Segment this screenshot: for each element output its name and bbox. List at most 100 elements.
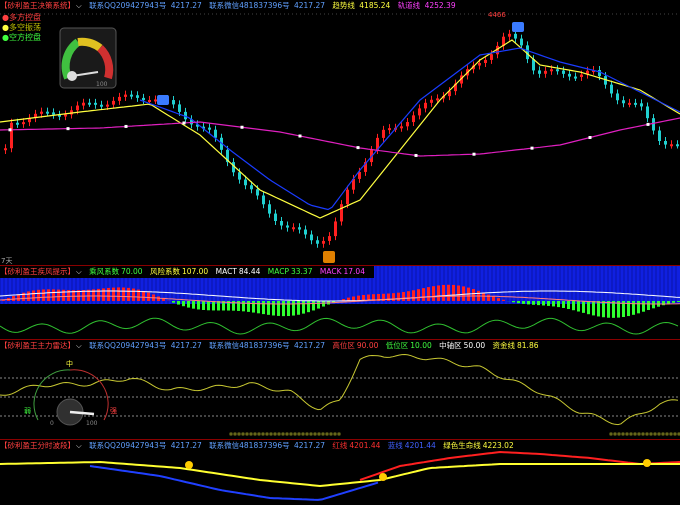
histogram-bar: [177, 301, 180, 305]
candle-body: [520, 38, 523, 46]
candle-body: [268, 204, 271, 214]
histogram-bar: [47, 289, 50, 301]
low-zone-marker: [657, 432, 661, 436]
low-zone-marker: [297, 432, 301, 436]
radar-panel-title[interactable]: 【砂利盈王主力雷达】: [0, 341, 75, 350]
low-zone-marker: [233, 432, 237, 436]
track-marker: [8, 128, 12, 132]
histogram-bar: [197, 301, 200, 310]
low-zone-marker: [665, 432, 669, 436]
smiley-icon: [185, 461, 193, 469]
histogram-bar: [637, 301, 640, 314]
dropdown-chevron-icon[interactable]: ⌵: [76, 441, 82, 450]
candle-body: [328, 236, 331, 241]
radar-panel-header: 【砂利盈王主力雷达】⌵ 联系QQ209427943号 4217.27 联系微信4…: [0, 340, 544, 352]
candle-body: [424, 102, 427, 109]
candle-body: [484, 59, 487, 64]
dropdown-chevron-icon[interactable]: ⌵: [76, 1, 82, 10]
low-zone-marker: [661, 432, 665, 436]
legend-bull-label: 多方控盘: [8, 13, 41, 22]
track-marker: [530, 146, 534, 150]
histogram-bar: [672, 301, 675, 303]
yellow-dot-icon: ●: [2, 23, 9, 32]
low-zone-marker: [265, 432, 269, 436]
histogram-bar: [267, 301, 270, 315]
histogram-bar: [392, 293, 395, 301]
candle-body: [436, 98, 439, 101]
track-marker: [240, 125, 244, 129]
candle-body: [310, 234, 313, 241]
histogram-bar: [57, 289, 60, 301]
histogram-bar: [252, 301, 255, 313]
histogram-bar: [317, 301, 320, 309]
low-zone-marker: [245, 432, 249, 436]
blue-ma-line: [139, 47, 680, 211]
histogram-bar: [172, 301, 175, 303]
low-zone-marker: [309, 432, 313, 436]
dropdown-chevron-icon[interactable]: ⌵: [76, 341, 82, 350]
fund-line-value: 81.86: [517, 341, 539, 350]
histogram-bar: [572, 301, 575, 311]
candle-body: [298, 227, 301, 230]
wind-coef-value: 70.00: [121, 267, 143, 276]
wind-panel-title[interactable]: 【砂利盈王疾风提示】: [0, 267, 75, 276]
histogram-bar: [457, 285, 460, 301]
histogram-bar: [287, 301, 290, 317]
low-zone-marker: [329, 432, 333, 436]
candle-body: [94, 102, 97, 105]
candle-body: [292, 227, 295, 230]
gauge-hundred-label: 100: [86, 420, 98, 427]
candle-body: [490, 54, 493, 60]
low-zone-marker: [637, 432, 641, 436]
low-zone-marker: [617, 432, 621, 436]
candle-body: [178, 104, 181, 112]
candle-body: [76, 105, 79, 111]
histogram-bar: [437, 285, 440, 301]
candle-body: [106, 104, 109, 107]
legend-item-bear: ●空方控盘: [2, 33, 41, 43]
radar-panel[interactable]: 【砂利盈王主力雷达】⌵ 联系QQ209427943号 4217.27 联系微信4…: [0, 340, 680, 439]
histogram-bar: [597, 301, 600, 317]
candle-body: [562, 70, 565, 74]
candle-body: [430, 99, 433, 103]
low-zone-marker: [249, 432, 253, 436]
histogram-bar: [532, 301, 535, 305]
candle-body: [124, 94, 127, 97]
candle-body: [334, 221, 337, 237]
candle-body: [580, 74, 583, 77]
histogram-bar: [662, 301, 665, 306]
candle-body: [214, 129, 217, 138]
candle-body: [412, 115, 415, 123]
low-zone-marker: [649, 432, 653, 436]
contact-qq: 联系QQ209427943号: [89, 1, 167, 10]
low-zone-marker: [285, 432, 289, 436]
price-value: 4217.27: [170, 341, 202, 350]
histogram-bar: [447, 284, 450, 301]
low-zone-marker: [293, 432, 297, 436]
contact-qq: 联系QQ209427943号: [89, 341, 167, 350]
blue-line-label: 蓝线: [387, 441, 403, 450]
dropdown-chevron-icon[interactable]: ⌵: [76, 267, 82, 276]
histogram-bar: [462, 286, 465, 301]
intraday-band-panel[interactable]: 【砂利盈王分时波段】⌵ 联系QQ209427943号 4217.27 联系微信4…: [0, 440, 680, 505]
radar-chart[interactable]: [0, 340, 680, 439]
high-zone-label: 高位区: [332, 341, 355, 350]
histogram-bar: [202, 301, 205, 310]
candlestick-chart[interactable]: [0, 0, 680, 265]
histogram-bar: [42, 289, 45, 301]
candle-body: [550, 69, 553, 72]
macp-value: 33.37: [291, 267, 313, 276]
candle-body: [136, 95, 139, 98]
track-line: [0, 117, 680, 157]
band-panel-title[interactable]: 【砂利盈王分时波段】: [0, 441, 75, 450]
candle-body: [400, 126, 403, 129]
candle-body: [634, 102, 637, 105]
mact-value: 84.44: [238, 267, 261, 276]
gauge-strong-label: 强: [110, 407, 117, 415]
band-panel-header: 【砂利盈王分时波段】⌵ 联系QQ209427943号 4217.27 联系微信4…: [0, 440, 519, 452]
histogram-bar: [272, 301, 275, 316]
main-chart-panel[interactable]: 【砂利盈王决策系统】⌵ 联系QQ209427943号 4217.27 联系微信4…: [0, 0, 680, 265]
main-panel-title[interactable]: 【砂利盈王决策系统】: [0, 1, 75, 10]
wind-indicator-panel[interactable]: 【砂利盈王疾风提示】⌵ 乘风系数 70.00 风险系数 107.00 MACT 84.…: [0, 266, 680, 339]
trend-value: 4185.24: [359, 1, 391, 10]
